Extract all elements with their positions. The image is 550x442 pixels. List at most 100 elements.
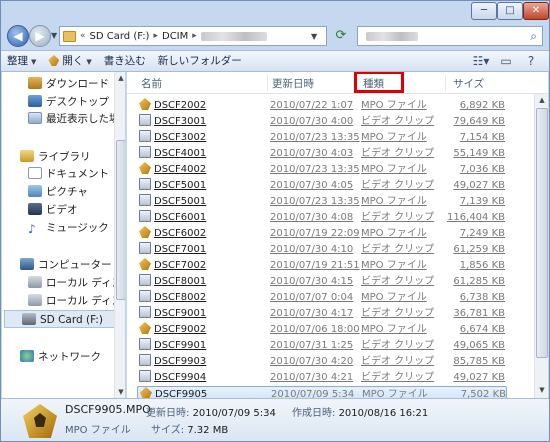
nav-item-local-disk-c[interactable]: ローカル ディスク — [28, 274, 125, 292]
breadcrumb-obscured[interactable] — [200, 31, 267, 41]
file-row[interactable]: DSCF4002 2010/07/23 13:35 MPO ファイル 7,036 KB — [137, 162, 507, 178]
file-row[interactable]: DSCF4001 2010/07/30 4:03 ビデオ クリップ 55,149 KB — [137, 146, 507, 162]
nav-item-network[interactable]: ネットワーク — [20, 348, 101, 366]
file-row[interactable]: DSCF5001 2010/07/30 4:05 ビデオ クリップ 49,027 KB — [137, 178, 507, 194]
file-name[interactable]: DSCF8001 — [139, 274, 259, 290]
breadcrumb-separator-icon[interactable]: ▸ — [192, 31, 197, 41]
address-overflow[interactable]: « — [80, 31, 86, 41]
nav-item-label: コンピューター — [38, 259, 112, 271]
file-list-scroll-thumb[interactable] — [536, 108, 548, 358]
maximize-button[interactable]: □ — [497, 2, 523, 20]
nav-item-local-disk-d[interactable]: ローカル ディスク — [28, 292, 125, 310]
scroll-down-icon[interactable]: ▼ — [536, 384, 548, 396]
new-folder-button[interactable]: 新しいフォルダー — [152, 51, 248, 71]
nav-item-pictures[interactable]: ピクチャ — [28, 183, 88, 201]
created-value: 2010/08/16 16:21 — [338, 408, 429, 419]
file-row[interactable]: DSCF9904 2010/07/30 4:21 ビデオ クリップ 49,027 KB — [137, 370, 507, 386]
nav-item-computer[interactable]: コンピューター — [20, 256, 112, 274]
file-row[interactable]: DSCF8001 2010/07/30 4:15 ビデオ クリップ 61,285 KB — [137, 274, 507, 290]
column-header-name[interactable]: 名前 — [141, 76, 162, 91]
file-name[interactable]: DSCF6002 — [139, 226, 259, 242]
nav-item-documents[interactable]: ドキュメント — [28, 165, 109, 183]
breadcrumb-sd-card[interactable]: SD Card (F:) — [90, 31, 150, 42]
file-name[interactable]: DSCF2002 — [139, 98, 259, 114]
help-icon[interactable]: ? — [521, 52, 541, 70]
file-name[interactable]: DSCF3002 — [139, 130, 259, 146]
file-size: 6,738 KB — [459, 292, 505, 303]
nav-pane-scrollbar[interactable]: ▲ ▼ — [114, 72, 125, 398]
column-divider[interactable] — [267, 75, 268, 91]
file-list-scrollbar[interactable]: ▲ ▼ — [534, 94, 548, 398]
minimize-button[interactable]: ─ — [471, 2, 497, 20]
breadcrumb-dcim[interactable]: DCIM — [162, 31, 188, 42]
view-options-icon[interactable]: ☷▾ — [471, 52, 491, 70]
organize-button[interactable]: 整理 ▼ — [1, 51, 42, 71]
nav-item-videos[interactable]: ビデオ — [28, 201, 78, 219]
column-header-date[interactable]: 更新日時 — [272, 76, 314, 91]
address-bar[interactable]: « SD Card (F:) ▸ DCIM ▸ — [59, 26, 327, 46]
file-row[interactable]: DSCF2002 2010/07/22 1:07 MPO ファイル 6,892 KB — [137, 98, 507, 114]
nav-item-downloads[interactable]: ダウンロード — [28, 75, 109, 93]
file-row[interactable]: DSCF7001 2010/07/30 4:10 ビデオ クリップ 61,259 KB — [137, 242, 507, 258]
file-row[interactable]: DSCF9002 2010/07/06 18:00 MPO ファイル 6,674 KB — [137, 322, 507, 338]
file-row[interactable]: DSCF7002 2010/07/19 21:51 MPO ファイル 1,856 KB — [137, 258, 507, 274]
nav-item-music[interactable]: ♪ ミュージック — [28, 219, 109, 237]
file-name[interactable]: DSCF9002 — [139, 322, 259, 338]
scroll-up-icon[interactable]: ▲ — [536, 94, 548, 106]
open-button[interactable]: 開く ▼ — [42, 51, 97, 71]
address-dropdown-icon[interactable]: ▼ — [311, 32, 317, 41]
file-name-text: DSCF6001 — [154, 212, 207, 223]
nav-item-sd-card[interactable]: SD Card (F:) — [4, 310, 118, 328]
file-row[interactable]: DSCF5001 2010/07/23 13:35 MPO ファイル 7,139 KB — [137, 194, 507, 210]
recent-pages-dropdown-icon[interactable]: ▼ — [51, 31, 57, 40]
file-size: 1,856 KB — [459, 260, 505, 271]
file-row[interactable]: DSCF8002 2010/07/07 0:04 MPO ファイル 6,738 KB — [137, 290, 507, 306]
column-divider[interactable] — [445, 75, 446, 91]
column-header-size[interactable]: サイズ — [453, 76, 484, 91]
preview-pane-icon[interactable]: ▭ — [496, 52, 516, 70]
file-row[interactable]: DSCF3002 2010/07/23 13:35 MPO ファイル 7,154 KB — [137, 130, 507, 146]
file-name[interactable]: DSCF4001 — [139, 146, 259, 162]
modified-value: 2010/07/09 5:34 — [192, 408, 276, 419]
file-size: 36,781 KB — [453, 308, 505, 319]
file-name[interactable]: DSCF4002 — [139, 162, 259, 178]
file-size: 85,785 KB — [453, 356, 505, 367]
file-name[interactable]: DSCF9905 — [140, 387, 260, 398]
back-button[interactable]: ◀ — [7, 25, 29, 47]
file-row[interactable]: DSCF9901 2010/07/31 1:25 ビデオ クリップ 49,065 KB — [137, 338, 507, 354]
nav-item-label: ミュージック — [46, 222, 109, 234]
file-row[interactable]: DSCF6001 2010/07/30 4:08 ビデオ クリップ 116,404 K… — [137, 210, 507, 226]
file-name[interactable]: DSCF5001 — [139, 194, 259, 210]
nav-item-recent-places[interactable]: 最近表示した場所 — [28, 110, 125, 128]
scroll-up-icon[interactable]: ▲ — [115, 72, 125, 84]
file-row[interactable]: DSCF9001 2010/07/30 4:17 ビデオ クリップ 36,781 KB — [137, 306, 507, 322]
file-name[interactable]: DSCF6001 — [139, 210, 259, 226]
file-name[interactable]: DSCF9901 — [139, 338, 259, 354]
file-row[interactable]: DSCF3001 2010/07/30 4:00 ビデオ クリップ 79,649 KB — [137, 114, 507, 130]
nav-item-libraries[interactable]: ライブラリ — [20, 148, 91, 166]
file-name[interactable]: DSCF3001 — [139, 114, 259, 130]
file-row[interactable]: DSCF9903 2010/07/30 4:20 ビデオ クリップ 85,785 KB — [137, 354, 507, 370]
search-input[interactable]: ⌕ — [357, 26, 543, 46]
nav-pane-scroll-thumb[interactable] — [116, 140, 125, 300]
file-name[interactable]: DSCF7001 — [139, 242, 259, 258]
file-name[interactable]: DSCF9903 — [139, 354, 259, 370]
file-name[interactable]: DSCF8002 — [139, 290, 259, 306]
nav-item-desktop[interactable]: デスクトップ — [28, 93, 109, 111]
file-name[interactable]: DSCF7002 — [139, 258, 259, 274]
scroll-down-icon[interactable]: ▼ — [115, 386, 125, 398]
file-name-text: DSCF4001 — [154, 148, 207, 159]
refresh-icon[interactable]: ⟳ — [330, 27, 352, 46]
search-icon[interactable]: ⌕ — [530, 29, 537, 44]
file-name[interactable]: DSCF5001 — [139, 178, 259, 194]
file-row[interactable]: DSCF9905 2010/07/09 5:34 MPO ファイル 7,502 KB — [137, 386, 507, 398]
burn-button[interactable]: 書き込む — [98, 51, 152, 71]
file-row[interactable]: DSCF6002 2010/07/19 22:09 MPO ファイル 7,249 KB — [137, 226, 507, 242]
close-button[interactable]: ✕ — [523, 2, 549, 20]
file-name[interactable]: DSCF9001 — [139, 306, 259, 322]
breadcrumb-separator-icon[interactable]: ▸ — [153, 31, 158, 41]
video-file-icon — [139, 306, 151, 318]
nav-item-label: ダウンロード — [46, 78, 109, 90]
file-name[interactable]: DSCF9904 — [139, 370, 259, 386]
forward-button[interactable]: ▶ — [29, 25, 51, 47]
